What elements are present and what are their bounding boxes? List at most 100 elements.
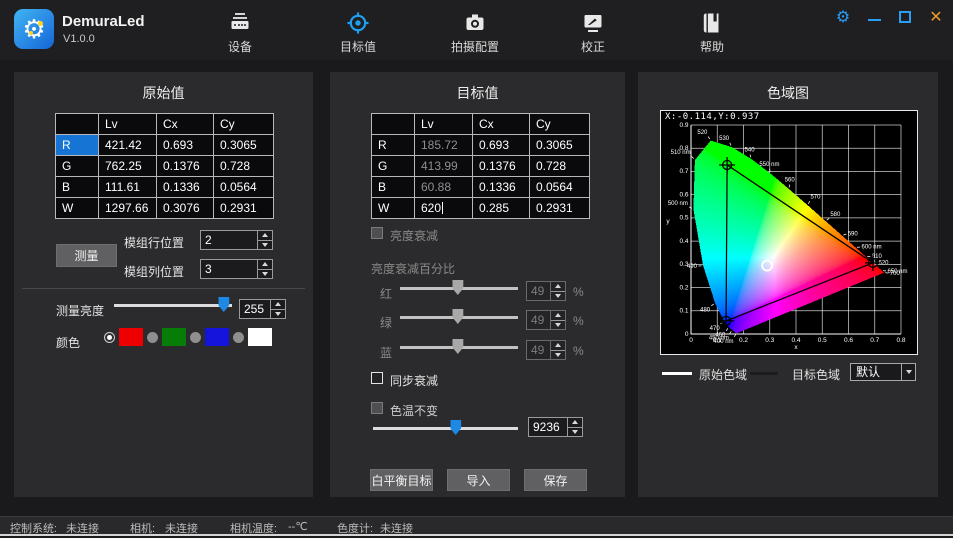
sync-attenuation-checkbox[interactable] bbox=[371, 372, 383, 384]
slider-handle[interactable] bbox=[452, 339, 463, 354]
blue-attenuation-slider[interactable] bbox=[400, 338, 518, 356]
cy-cell[interactable]: 0.3065 bbox=[530, 135, 590, 156]
white-swatch[interactable] bbox=[248, 328, 272, 346]
row-header-cell[interactable]: B bbox=[372, 177, 415, 198]
cx-cell[interactable]: 0.1376 bbox=[157, 156, 214, 177]
cy-cell[interactable]: 0.0564 bbox=[530, 177, 590, 198]
radio-blue[interactable] bbox=[190, 332, 201, 343]
spinner-arrows[interactable] bbox=[550, 311, 565, 329]
cy-cell[interactable]: 0.2931 bbox=[214, 198, 274, 219]
gamut-select-value[interactable]: 默认 bbox=[851, 364, 901, 380]
camera-status: 未连接 bbox=[165, 520, 198, 536]
color-temp-spinner[interactable]: 9236 bbox=[528, 417, 583, 437]
cy-cell[interactable]: 0.728 bbox=[214, 156, 274, 177]
minimize-button[interactable] bbox=[863, 6, 885, 28]
spinner-arrows[interactable] bbox=[550, 282, 565, 300]
lv-cell[interactable]: 1297.66 bbox=[99, 198, 157, 219]
import-button[interactable]: 导入 bbox=[447, 469, 510, 491]
chromaticity-canvas[interactable] bbox=[661, 111, 917, 354]
cy-cell[interactable]: 0.0564 bbox=[214, 177, 274, 198]
spinner-arrows[interactable] bbox=[567, 418, 582, 436]
color-temp-checkbox[interactable] bbox=[371, 402, 383, 414]
row-header-cell[interactable]: W bbox=[56, 198, 99, 219]
radio-red[interactable] bbox=[104, 332, 115, 343]
row-header-cell[interactable]: B bbox=[56, 177, 99, 198]
green-swatch[interactable] bbox=[162, 328, 186, 346]
white-balance-target-button[interactable]: 白平衡目标 bbox=[370, 469, 433, 491]
cy-cell[interactable]: 0.2931 bbox=[530, 198, 590, 219]
measure-brightness-slider[interactable] bbox=[114, 296, 232, 314]
blue-swatch[interactable] bbox=[205, 328, 229, 346]
measure-brightness-spinner[interactable]: 255 bbox=[239, 299, 286, 319]
red-swatch[interactable] bbox=[119, 328, 143, 346]
nav-item-capture-config[interactable]: 拍摄配置 bbox=[451, 11, 499, 55]
settings-gear-button[interactable]: ⚙ bbox=[832, 6, 854, 28]
save-button[interactable]: 保存 bbox=[524, 469, 587, 491]
slider-track[interactable] bbox=[373, 427, 518, 430]
nav-item-target-value[interactable]: 目标值 bbox=[340, 11, 376, 55]
color-option-green[interactable] bbox=[147, 328, 186, 346]
spinner-arrows[interactable] bbox=[270, 300, 285, 318]
spinner-value[interactable]: 255 bbox=[240, 300, 270, 318]
row-header-cell[interactable]: R bbox=[372, 135, 415, 156]
measure-button[interactable]: 测量 bbox=[56, 244, 117, 267]
lv-cell[interactable]: 185.72 bbox=[415, 135, 473, 156]
green-attenuation-spinner[interactable]: 49 bbox=[526, 310, 566, 330]
cx-cell[interactable]: 0.693 bbox=[473, 135, 530, 156]
color-option-white[interactable] bbox=[233, 328, 272, 346]
spinner-value[interactable]: 49 bbox=[527, 341, 550, 359]
module-row-spinner[interactable]: 2 bbox=[200, 230, 273, 250]
spinner-value[interactable]: 49 bbox=[527, 311, 550, 329]
lv-cell-editing[interactable]: 620 bbox=[415, 198, 473, 219]
slider-handle[interactable] bbox=[452, 309, 463, 324]
spinner-arrows[interactable] bbox=[257, 260, 272, 278]
row-header-cell[interactable]: W bbox=[372, 198, 415, 219]
maximize-button[interactable] bbox=[894, 6, 916, 28]
spinner-arrows[interactable] bbox=[257, 231, 272, 249]
green-attenuation-slider[interactable] bbox=[400, 308, 518, 326]
lv-cell[interactable]: 413.99 bbox=[415, 156, 473, 177]
chevron-down-icon[interactable] bbox=[901, 364, 915, 380]
brightness-attenuation-checkbox[interactable] bbox=[371, 227, 383, 239]
slider-handle[interactable] bbox=[452, 280, 463, 295]
lv-edit-value[interactable]: 620 bbox=[421, 201, 441, 215]
module-col-spinner[interactable]: 3 bbox=[200, 259, 273, 279]
nav-item-device[interactable]: 设备 bbox=[228, 11, 252, 55]
lv-cell[interactable]: 421.42 bbox=[99, 135, 157, 156]
lv-cell[interactable]: 762.25 bbox=[99, 156, 157, 177]
row-header-cell[interactable]: R bbox=[56, 135, 99, 156]
lv-cell[interactable]: 60.88 bbox=[415, 177, 473, 198]
spinner-value[interactable]: 2 bbox=[201, 231, 257, 249]
close-button[interactable]: ✕ bbox=[925, 6, 947, 28]
red-attenuation-spinner[interactable]: 49 bbox=[526, 281, 566, 301]
cx-cell[interactable]: 0.1376 bbox=[473, 156, 530, 177]
row-header-cell[interactable]: G bbox=[372, 156, 415, 177]
nav-item-calibrate[interactable]: 校正 bbox=[581, 11, 605, 55]
spinner-value[interactable]: 3 bbox=[201, 260, 257, 278]
color-option-red[interactable] bbox=[104, 328, 143, 346]
chromaticity-chart[interactable]: X:-0.114,Y:0.937 bbox=[660, 110, 918, 355]
spinner-arrows[interactable] bbox=[550, 341, 565, 359]
spinner-value[interactable]: 9236 bbox=[529, 418, 567, 436]
cx-cell[interactable]: 0.1336 bbox=[157, 177, 214, 198]
blue-attenuation-spinner[interactable]: 49 bbox=[526, 340, 566, 360]
red-attenuation-slider[interactable] bbox=[400, 279, 518, 297]
cx-cell[interactable]: 0.285 bbox=[473, 198, 530, 219]
spinner-value[interactable]: 49 bbox=[527, 282, 550, 300]
slider-handle[interactable] bbox=[218, 297, 229, 312]
cy-cell[interactable]: 0.728 bbox=[530, 156, 590, 177]
color-temp-slider[interactable] bbox=[373, 419, 518, 437]
slider-track[interactable] bbox=[114, 304, 232, 307]
cx-cell[interactable]: 0.693 bbox=[157, 135, 214, 156]
radio-green[interactable] bbox=[147, 332, 158, 343]
radio-white[interactable] bbox=[233, 332, 244, 343]
gamut-select-dropdown[interactable]: 默认 bbox=[850, 363, 916, 381]
cx-cell[interactable]: 0.3076 bbox=[157, 198, 214, 219]
slider-handle[interactable] bbox=[450, 420, 461, 435]
lv-cell[interactable]: 111.61 bbox=[99, 177, 157, 198]
row-header-cell[interactable]: G bbox=[56, 156, 99, 177]
color-option-blue[interactable] bbox=[190, 328, 229, 346]
cx-cell[interactable]: 0.1336 bbox=[473, 177, 530, 198]
cy-cell[interactable]: 0.3065 bbox=[214, 135, 274, 156]
nav-item-help[interactable]: 帮助 bbox=[700, 11, 724, 55]
